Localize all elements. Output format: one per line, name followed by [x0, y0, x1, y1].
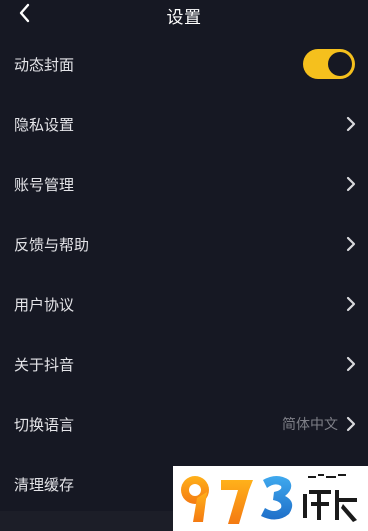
toggle-knob	[328, 52, 352, 76]
setting-label: 用户协议	[14, 295, 75, 314]
setting-label: 切换语言	[14, 415, 75, 434]
setting-row-dynamic-cover: 动态封面	[0, 34, 368, 94]
setting-row-language[interactable]: 切换语言 简体中文	[0, 394, 368, 454]
setting-row-user-agreement[interactable]: 用户协议	[0, 274, 368, 334]
chevron-right-icon	[344, 115, 358, 133]
setting-label: 清理缓存	[14, 475, 75, 494]
watermark-logo	[173, 466, 368, 531]
setting-row-about[interactable]: 关于抖音	[0, 334, 368, 394]
page-title: 设置	[166, 8, 202, 28]
setting-row-privacy[interactable]: 隐私设置	[0, 94, 368, 154]
chevron-right-icon	[344, 235, 358, 253]
chevron-right-icon	[344, 415, 358, 433]
setting-label: 账号管理	[14, 175, 75, 194]
chevron-right-icon	[344, 295, 358, 313]
nav-bar: 设置	[0, 0, 368, 28]
setting-label: 反馈与帮助	[14, 235, 90, 254]
setting-row-feedback[interactable]: 反馈与帮助	[0, 214, 368, 274]
settings-screen: 设置 动态封面 隐私设置 账号管理 反馈与帮助 用户协议 关于抖音 切换语言 简…	[0, 0, 368, 531]
setting-row-account[interactable]: 账号管理	[0, 154, 368, 214]
dynamic-cover-toggle[interactable]	[303, 49, 355, 79]
language-value: 简体中文	[282, 417, 338, 433]
setting-label: 关于抖音	[14, 355, 75, 374]
setting-label: 隐私设置	[14, 115, 75, 134]
chevron-right-icon	[344, 355, 358, 373]
settings-list: 动态封面 隐私设置 账号管理 反馈与帮助 用户协议 关于抖音 切换语言 简体中文…	[0, 34, 368, 514]
chevron-right-icon	[344, 175, 358, 193]
setting-label: 动态封面	[14, 55, 75, 74]
